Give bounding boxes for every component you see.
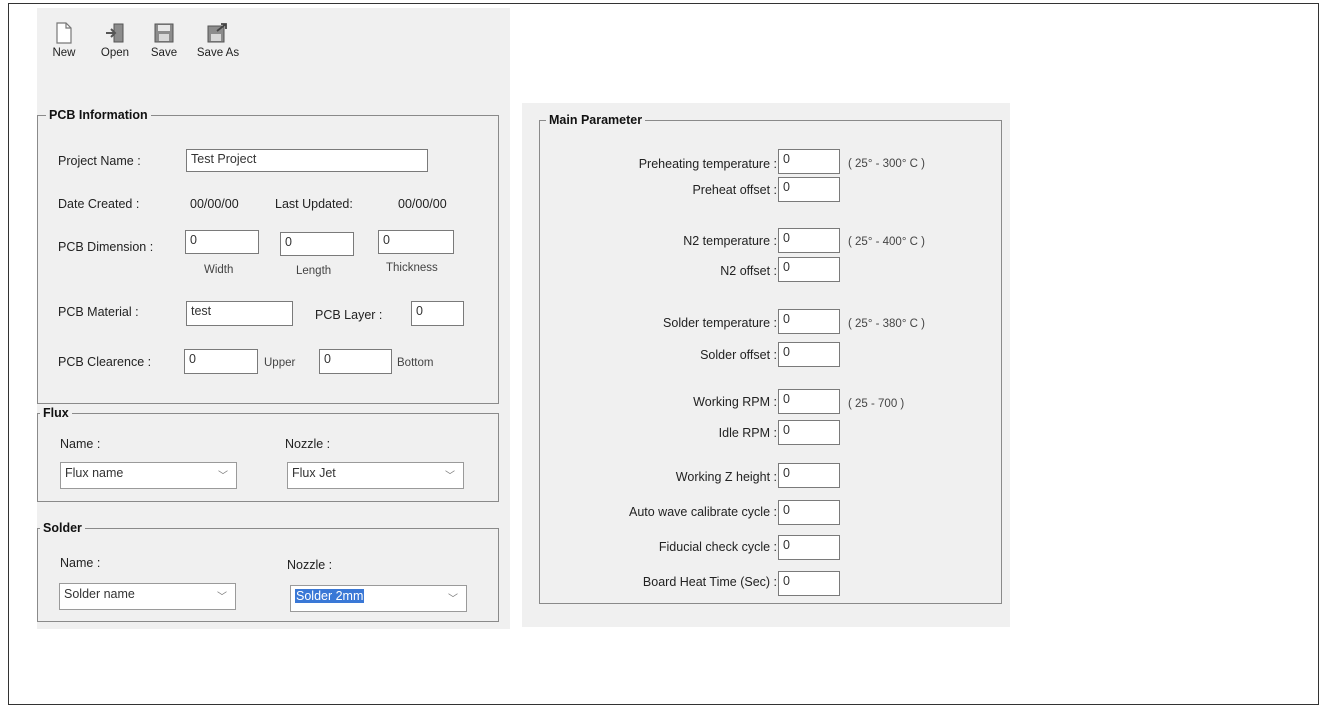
n2-offset-label: N2 offset : — [720, 264, 777, 278]
solder-title: Solder — [40, 521, 85, 535]
idle-rpm-field[interactable]: 0 — [778, 420, 840, 445]
preheat-temp-label: Preheating temperature : — [638, 157, 777, 171]
working-rpm-label: Working RPM : — [693, 395, 777, 409]
preheat-offset-label: Preheat offset : — [692, 183, 777, 197]
flux-name-label: Name : — [60, 437, 101, 451]
last-updated-value: 00/00/00 — [398, 197, 447, 211]
new-label: New — [52, 47, 76, 59]
chevron-down-icon: ﹀ — [448, 594, 458, 605]
main-parameter-title: Main Parameter — [546, 113, 646, 127]
n2-temp-field[interactable]: 0 — [778, 228, 840, 253]
pcb-layer-label: PCB Layer : — [315, 308, 383, 322]
auto-wave-label: Auto wave calibrate cycle : — [629, 505, 777, 519]
flux-title: Flux — [40, 406, 72, 420]
save-as-icon — [207, 23, 227, 43]
right-panel: Main Parameter Preheating temperature : … — [522, 103, 1010, 627]
working-z-label: Working Z height : — [675, 470, 777, 484]
working-rpm-field[interactable]: 0 — [778, 389, 840, 414]
solder-offset-label: Solder offset : — [700, 348, 777, 362]
pcb-layer-field[interactable]: 0 — [411, 301, 464, 326]
pcb-thickness-field[interactable]: 0 — [378, 230, 454, 254]
working-z-field[interactable]: 0 — [778, 463, 840, 488]
last-updated-label: Last Updated: — [275, 197, 353, 211]
solder-offset-field[interactable]: 0 — [778, 342, 840, 367]
n2-temp-range: ( 25° - 400° C ) — [848, 236, 925, 248]
flux-nozzle-label: Nozzle : — [285, 437, 331, 451]
date-created-value: 00/00/00 — [190, 197, 239, 211]
upper-caption: Upper — [264, 357, 296, 369]
preheat-temp-field[interactable]: 0 — [778, 149, 840, 174]
solder-temp-label: Solder temperature : — [663, 316, 777, 330]
left-panel: New Open Save Save As PCB Information Pr… — [37, 8, 510, 629]
chevron-down-icon: ﹀ — [218, 471, 228, 482]
open-label: Open — [100, 47, 130, 59]
pcb-material-field[interactable]: test — [186, 301, 293, 326]
upper-clearence-field[interactable]: 0 — [184, 349, 258, 374]
width-caption: Width — [204, 264, 234, 276]
pcb-information-group: PCB Information Project Name : Test Proj… — [37, 108, 499, 404]
fiducial-label: Fiducial check cycle : — [658, 540, 777, 554]
solder-temp-range: ( 25° - 380° C ) — [848, 318, 925, 330]
flux-name-selected: Flux name — [65, 466, 124, 480]
pcb-width-field[interactable]: 0 — [185, 230, 259, 254]
open-file-icon — [106, 23, 124, 43]
flux-name-dropdown[interactable]: Flux name ﹀ — [60, 462, 237, 489]
bottom-caption: Bottom — [397, 357, 434, 369]
save-button[interactable]: Save — [147, 22, 181, 59]
pcb-clearence-label: PCB Clearence : — [58, 355, 152, 369]
fiducial-field[interactable]: 0 — [778, 535, 840, 560]
solder-group: Solder Name : Nozzle : Solder name ﹀ Sol… — [37, 521, 499, 622]
chevron-down-icon: ﹀ — [217, 592, 227, 603]
auto-wave-field[interactable]: 0 — [778, 500, 840, 525]
bottom-clearence-field[interactable]: 0 — [319, 349, 392, 374]
working-rpm-range: ( 25 - 700 ) — [848, 398, 905, 410]
solder-temp-field[interactable]: 0 — [778, 309, 840, 334]
solder-nozzle-label: Nozzle : — [287, 558, 333, 572]
solder-name-label: Name : — [60, 556, 101, 570]
solder-nozzle-dropdown[interactable]: Solder 2mm ﹀ — [290, 585, 467, 612]
pcb-material-label: PCB Material : — [58, 305, 139, 319]
project-name-label: Project Name : — [58, 154, 141, 168]
solder-name-selected: Solder name — [64, 587, 135, 601]
main-parameter-group: Main Parameter Preheating temperature : … — [539, 113, 1002, 604]
n2-offset-field[interactable]: 0 — [778, 257, 840, 282]
preheat-offset-field[interactable]: 0 — [778, 177, 840, 202]
save-icon — [154, 23, 174, 43]
thickness-caption: Thickness — [386, 262, 438, 274]
open-button[interactable]: Open — [95, 22, 135, 59]
pcb-dimension-label: PCB Dimension : — [58, 240, 154, 254]
preheat-temp-range: ( 25° - 300° C ) — [848, 158, 925, 170]
new-button[interactable]: New — [47, 22, 81, 59]
board-heat-field[interactable]: 0 — [778, 571, 840, 596]
date-created-label: Date Created : — [58, 197, 140, 211]
n2-temp-label: N2 temperature : — [683, 234, 777, 248]
flux-nozzle-dropdown[interactable]: Flux Jet ﹀ — [287, 462, 464, 489]
project-name-field[interactable]: Test Project — [186, 149, 428, 172]
chevron-down-icon: ﹀ — [445, 471, 455, 482]
board-heat-label: Board Heat Time (Sec) : — [642, 575, 777, 589]
solder-name-dropdown[interactable]: Solder name ﹀ — [59, 583, 236, 610]
pcb-information-title: PCB Information — [46, 108, 151, 122]
flux-group: Flux Name : Nozzle : Flux name ﹀ Flux Je… — [37, 406, 499, 502]
solder-nozzle-selected: Solder 2mm — [295, 589, 365, 603]
pcb-length-field[interactable]: 0 — [280, 232, 354, 256]
length-caption: Length — [296, 265, 332, 277]
new-file-icon — [56, 22, 72, 44]
flux-nozzle-selected: Flux Jet — [292, 466, 336, 480]
save-as-label: Save As — [196, 47, 240, 59]
save-as-button[interactable]: Save As — [193, 22, 243, 59]
idle-rpm-label: Idle RPM : — [718, 426, 777, 440]
save-label: Save — [150, 47, 178, 59]
